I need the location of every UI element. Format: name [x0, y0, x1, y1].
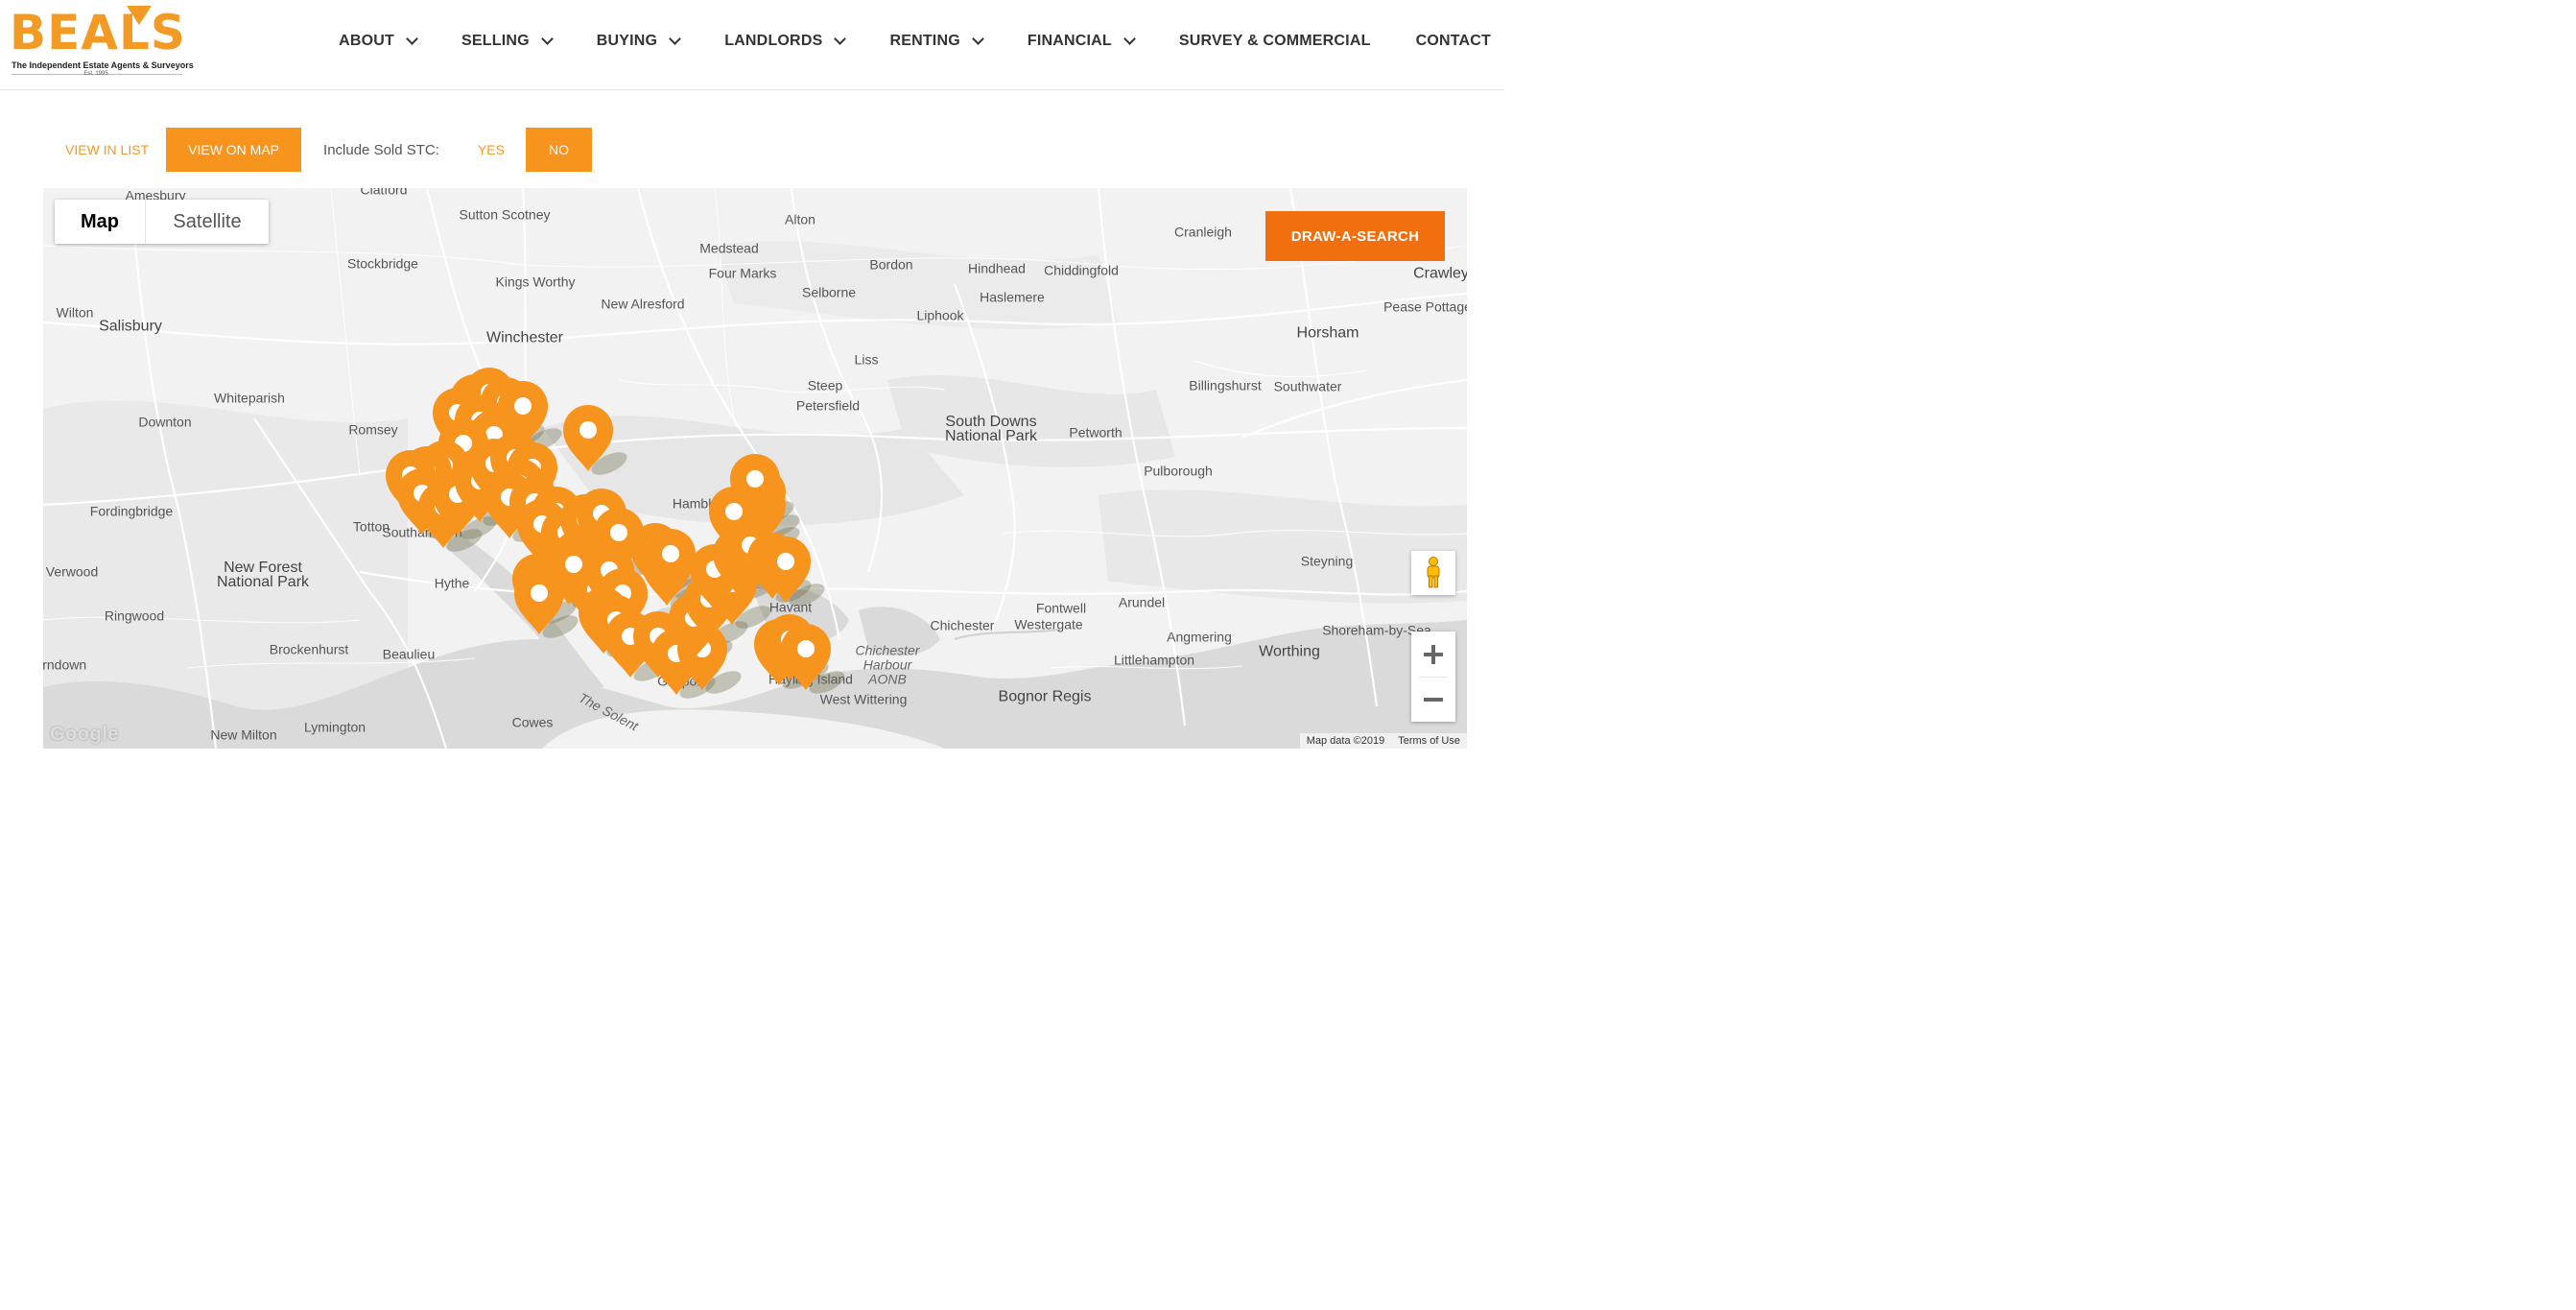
logo-wordmark: BEALS [10, 5, 186, 60]
nav-item-label: RENTING [889, 33, 960, 49]
map-pin-dot [725, 503, 743, 520]
nav-item-label: FINANCIAL [1027, 33, 1112, 49]
logo-established: Est. 1995 [83, 71, 108, 77]
zoom-in-button[interactable] [1411, 631, 1455, 677]
property-map[interactable]: Amesbury Clatford Sutton Scotney Alton Medst… [43, 188, 1467, 749]
minus-icon [1424, 697, 1443, 702]
nav-item-landlords[interactable]: LANDLORDS [724, 33, 847, 50]
sold-no-button[interactable]: NO [525, 128, 592, 172]
map-pin-dot [514, 397, 532, 415]
map-pin-dot [610, 524, 627, 541]
zoom-out-button[interactable] [1411, 677, 1455, 722]
nav-item-selling[interactable]: SELLING [461, 33, 554, 50]
nav-item-renting[interactable]: RENTING [889, 33, 984, 50]
nav-item-buying[interactable]: BUYING [596, 33, 682, 50]
view-on-map-button[interactable]: VIEW ON MAP [166, 128, 302, 172]
chevron-down-icon [971, 33, 984, 45]
chevron-down-icon [406, 33, 418, 45]
map-type-map-button[interactable]: Map [55, 200, 146, 244]
map-pin-dot [531, 584, 548, 602]
site-header: BEALS The Independent Estate Agents & Su… [0, 0, 1504, 90]
chevron-down-icon [540, 33, 554, 45]
map-type-control: Map Satellite [55, 200, 269, 244]
google-logo[interactable]: Google [50, 724, 119, 746]
logo-apostrophe-triangle [127, 6, 152, 25]
main-nav: ABOUT SELLING BUYING LANDLORDS RENTING FINANC… [294, 0, 1491, 83]
nav-item-label: SURVEY & COMMERCIAL [1178, 33, 1371, 49]
map-attribution: Map data ©2019 Terms of Use [1299, 733, 1467, 749]
nav-item-label: CONTACT [1415, 33, 1491, 49]
nav-item-label: LANDLORDS [724, 33, 823, 49]
view-in-list-button[interactable]: VIEW IN LIST [48, 128, 166, 172]
zoom-separator [1419, 677, 1448, 678]
nav-item-contact[interactable]: CONTACT [1416, 33, 1491, 50]
view-controls: VIEW IN LIST VIEW ON MAP Include Sold ST… [48, 128, 592, 172]
map-data-credit: Map data ©2019 [1306, 735, 1385, 747]
brand-logo[interactable]: BEALS The Independent Estate Agents & Su… [10, 5, 194, 81]
map-pin-dot [662, 545, 679, 562]
map-pin-dot [797, 640, 815, 657]
nav-item-financial[interactable]: FINANCIAL [1027, 33, 1136, 50]
nav-item-label: ABOUT [339, 33, 395, 49]
chevron-down-icon [1123, 33, 1136, 45]
chevron-down-icon [669, 33, 682, 45]
pegman-icon [1427, 557, 1440, 588]
include-sold-stc-label: Include Sold STC: [323, 141, 439, 158]
map-pin-dot [746, 470, 764, 488]
plus-icon [1424, 644, 1443, 664]
nav-item-label: BUYING [596, 33, 658, 49]
terms-of-use-link[interactable]: Terms of Use [1391, 733, 1467, 749]
chevron-down-icon [834, 33, 847, 45]
logo-tagline: The Independent Estate Agents & Surveyor… [12, 60, 194, 70]
nav-item-about[interactable]: ABOUT [339, 33, 418, 50]
draw-a-search-button[interactable]: DRAW-A-SEARCH [1265, 211, 1445, 261]
zoom-control [1411, 631, 1455, 722]
listing-markers [386, 368, 845, 699]
nav-item-label: SELLING [461, 33, 530, 49]
map-pin-dot [579, 421, 597, 439]
sold-yes-button[interactable]: YES [459, 128, 526, 172]
street-view-pegman[interactable] [1411, 551, 1455, 595]
map-type-satellite-button[interactable]: Satellite [146, 200, 269, 244]
nav-item-survey-commercial[interactable]: SURVEY & COMMERCIAL [1179, 33, 1371, 50]
map-pin-dot [777, 553, 794, 570]
